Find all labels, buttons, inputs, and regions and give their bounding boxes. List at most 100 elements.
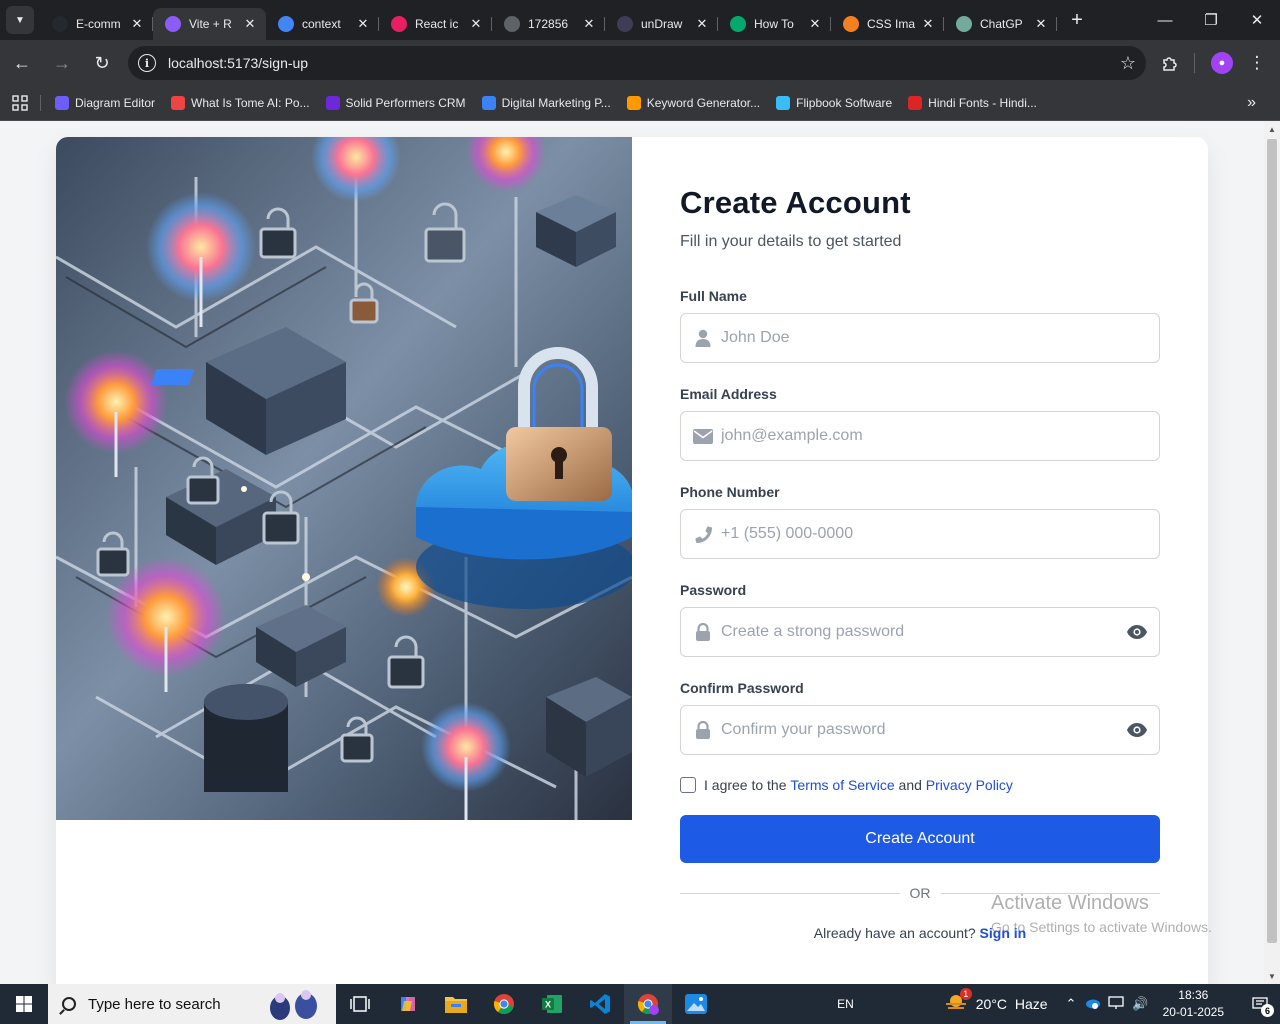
bookmark-item[interactable]: Diagram Editor — [47, 96, 163, 110]
show-hidden-icons-chevron-icon[interactable]: ⌃ — [1066, 996, 1077, 1012]
windows-start-icon[interactable] — [0, 984, 48, 1024]
tab-title: context — [302, 17, 341, 31]
tab-close-icon[interactable]: ✕ — [694, 16, 710, 32]
bookmark-item[interactable]: Keyword Generator... — [619, 96, 768, 110]
haze-weather-icon: 1 — [944, 987, 972, 1015]
create-account-button[interactable]: Create Account — [680, 815, 1160, 863]
tab-close-icon[interactable]: ✕ — [129, 16, 145, 32]
confirm-password-input[interactable] — [721, 706, 1115, 754]
show-confirm-password-eye-icon[interactable] — [1115, 706, 1159, 754]
tab-close-icon[interactable]: ✕ — [468, 16, 484, 32]
extensions-puzzle-icon[interactable] — [1154, 47, 1186, 79]
browser-tab[interactable]: ChatGP ✕ — [944, 8, 1057, 40]
hindi-fonts-icon — [908, 96, 923, 110]
bookmark-label: Diagram Editor — [75, 96, 156, 110]
network-icon[interactable] — [1108, 995, 1125, 1013]
tab-title: React ic — [415, 17, 459, 31]
browser-tab[interactable]: 172856 ✕ — [492, 8, 605, 40]
password-input[interactable] — [721, 608, 1115, 656]
bookmark-item[interactable]: Flipbook Software — [768, 96, 900, 110]
full-name-input[interactable] — [721, 314, 1159, 362]
task-view-icon[interactable] — [336, 984, 384, 1024]
tab-title: How To — [754, 17, 794, 31]
browser-tab[interactable]: How To ✕ — [718, 8, 831, 40]
phone-input[interactable] — [721, 510, 1159, 558]
bookmark-star-icon[interactable]: ☆ — [1120, 53, 1136, 74]
browser-tab[interactable]: unDraw ✕ — [605, 8, 718, 40]
confirm-password-field[interactable] — [680, 705, 1160, 755]
taskbar-search-box[interactable]: Type here to search — [48, 984, 336, 1024]
forward-arrow-icon[interactable]: → — [44, 45, 80, 81]
reload-icon[interactable]: ↻ — [84, 45, 120, 81]
scroll-up-icon[interactable]: ▲ — [1264, 121, 1280, 137]
bookmarks-overflow-icon[interactable]: » — [1247, 94, 1256, 112]
scrollbar-thumb[interactable] — [1267, 139, 1277, 943]
site-info-icon[interactable]: i — [138, 54, 156, 72]
minimize-icon[interactable]: — — [1142, 0, 1188, 40]
back-arrow-icon[interactable]: ← — [4, 45, 40, 81]
new-tab-button[interactable]: + — [1063, 6, 1091, 34]
close-window-icon[interactable]: ✕ — [1234, 0, 1280, 40]
full-name-field[interactable] — [680, 313, 1160, 363]
sign-in-link[interactable]: Sign in — [980, 925, 1027, 941]
profile-avatar-icon[interactable]: ● — [1211, 52, 1233, 74]
tab-title: unDraw — [641, 17, 683, 31]
tab-close-icon[interactable]: ✕ — [242, 16, 258, 32]
weather-widget[interactable]: 1 20°C Haze — [944, 987, 1048, 1015]
tab-close-icon[interactable]: ✕ — [807, 16, 823, 32]
show-password-eye-icon[interactable] — [1115, 608, 1159, 656]
terms-checkbox[interactable] — [680, 777, 696, 793]
browser-tab[interactable]: context ✕ — [266, 8, 379, 40]
chrome-profile-icon[interactable] — [624, 984, 672, 1024]
bookmark-item[interactable]: Hindi Fonts - Hindi... — [900, 96, 1045, 110]
chrome-icon[interactable] — [480, 984, 528, 1024]
apps-grid-icon[interactable] — [0, 95, 40, 111]
page-subtitle: Fill in your details to get started — [680, 233, 902, 250]
excel-icon[interactable]: X — [528, 984, 576, 1024]
browser-tab[interactable]: React ic ✕ — [379, 8, 492, 40]
browser-tab[interactable]: CSS Ima ✕ — [831, 8, 944, 40]
address-url[interactable]: localhost:5173/sign-up — [168, 55, 1120, 71]
scroll-down-icon[interactable]: ▼ — [1264, 968, 1280, 984]
tab-close-icon[interactable]: ✕ — [1033, 16, 1049, 32]
notification-center-icon[interactable]: 6 — [1240, 984, 1280, 1024]
language-indicator[interactable]: EN — [837, 997, 854, 1011]
confirm-password-label: Confirm Password — [680, 680, 804, 696]
tome-icon — [171, 96, 186, 110]
email-input[interactable] — [721, 412, 1159, 460]
window-controls: — ❐ ✕ — [1142, 0, 1280, 40]
tab-title: CSS Ima — [867, 17, 916, 31]
tab-close-icon[interactable]: ✕ — [581, 16, 597, 32]
bookmark-item[interactable]: What Is Tome AI: Po... — [163, 96, 318, 110]
browser-tab[interactable]: E-comm ✕ — [40, 8, 153, 40]
file-explorer-icon[interactable] — [432, 984, 480, 1024]
volume-icon[interactable]: 🔊 — [1132, 996, 1148, 1012]
restore-icon[interactable]: ❐ — [1188, 0, 1234, 40]
onedrive-icon[interactable] — [1084, 997, 1101, 1012]
copilot-icon[interactable] — [384, 984, 432, 1024]
email-field[interactable] — [680, 411, 1160, 461]
address-bar[interactable]: i localhost:5173/sign-up ☆ — [128, 46, 1146, 80]
taskbar-clock[interactable]: 18:36 20-01-2025 — [1163, 987, 1224, 1021]
bookmark-item[interactable]: Solid Performers CRM — [318, 96, 474, 110]
globe-icon — [504, 16, 520, 32]
more-menu-icon[interactable]: ⋮ — [1241, 47, 1273, 79]
flipbook-icon — [776, 96, 791, 110]
w3schools-icon — [730, 16, 746, 32]
bookmark-item[interactable]: Digital Marketing P... — [474, 96, 619, 110]
phone-field[interactable] — [680, 509, 1160, 559]
vite-icon — [165, 16, 181, 32]
tab-search-icon[interactable]: ▼ — [6, 6, 34, 34]
phone-icon — [681, 525, 721, 543]
page-scrollbar[interactable]: ▲ ▼ — [1264, 121, 1280, 984]
terms-of-service-link[interactable]: Terms of Service — [790, 777, 894, 793]
clock-time: 18:36 — [1178, 988, 1209, 1002]
vscode-icon[interactable] — [576, 984, 624, 1024]
tab-close-icon[interactable]: ✕ — [920, 16, 936, 32]
password-field[interactable] — [680, 607, 1160, 657]
photos-icon[interactable] — [672, 984, 720, 1024]
tab-close-icon[interactable]: ✕ — [355, 16, 371, 32]
privacy-policy-link[interactable]: Privacy Policy — [926, 777, 1013, 793]
agree-and-text: and — [898, 777, 922, 793]
browser-tab[interactable]: Vite + R ✕ — [153, 8, 266, 40]
